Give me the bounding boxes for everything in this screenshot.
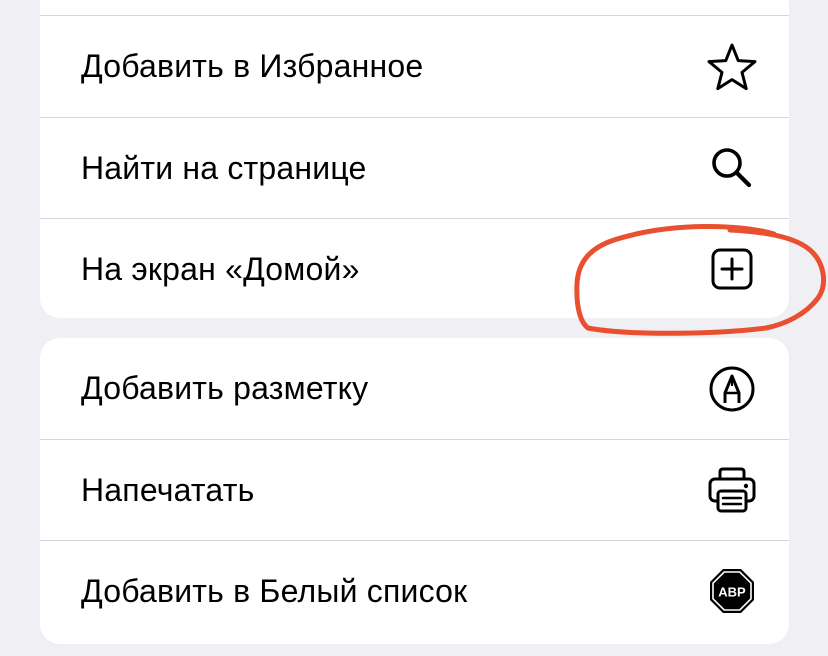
printer-icon: [705, 463, 759, 517]
share-actions-group-2: Добавить разметку Напечатать Добавить в: [40, 338, 789, 644]
add-to-home-screen-item[interactable]: На экран «Домой»: [40, 218, 789, 318]
search-icon: [705, 141, 759, 195]
abp-icon-text: ABP: [718, 585, 746, 600]
add-to-favorites-label: Добавить в Избранное: [81, 48, 424, 84]
share-actions-group-1: Добавить в Избранное Найти на странице Н…: [40, 0, 789, 318]
abp-icon: ABP: [705, 564, 759, 618]
find-on-page-label: Найти на странице: [81, 149, 367, 186]
previous-row-edge: [40, 0, 789, 16]
add-to-whitelist-item[interactable]: Добавить в Белый список ABP: [40, 540, 789, 641]
print-item[interactable]: Напечатать: [40, 439, 789, 540]
find-on-page-item[interactable]: Найти на странице: [40, 117, 789, 218]
add-to-favorites-item[interactable]: Добавить в Избранное: [40, 16, 789, 117]
print-label: Напечатать: [81, 471, 255, 508]
star-icon: [705, 40, 759, 94]
add-to-home-screen-label: На экран «Домой»: [81, 250, 360, 287]
markup-pen-icon: [705, 362, 759, 416]
add-markup-item[interactable]: Добавить разметку: [40, 338, 789, 439]
add-to-whitelist-label: Добавить в Белый список: [81, 572, 468, 609]
add-square-icon: [705, 242, 759, 296]
add-markup-label: Добавить разметку: [81, 370, 369, 406]
